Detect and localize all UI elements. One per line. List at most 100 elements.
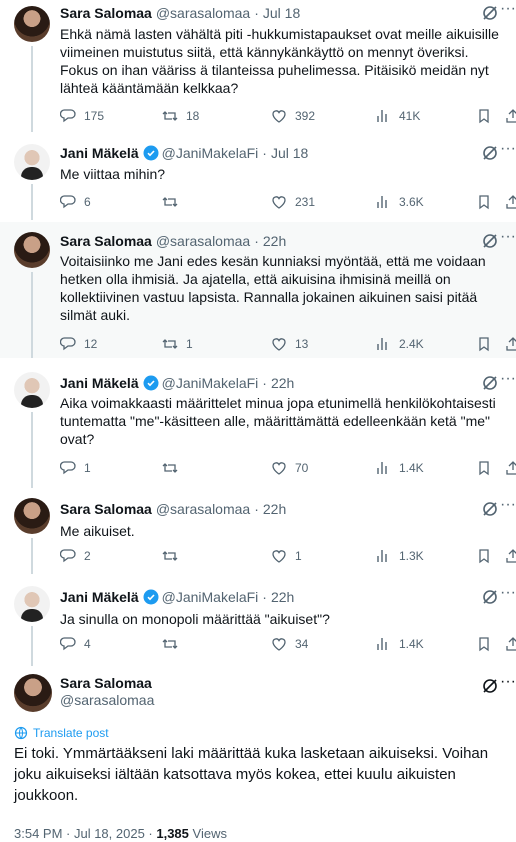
bookmark-icon (479, 637, 489, 652)
grok-icon[interactable] (480, 499, 500, 519)
author-handle[interactable]: @JaniMakelaFi (162, 375, 259, 391)
grok-icon[interactable] (480, 3, 500, 23)
like-button[interactable]: 392 (271, 108, 315, 124)
share-icon (506, 195, 516, 209)
author-name[interactable]: Jani Mäkelä (60, 375, 139, 391)
reply-button[interactable]: 6 (60, 194, 91, 210)
views-button[interactable]: 1.3K (375, 548, 424, 564)
share-button[interactable] (505, 108, 516, 124)
bookmark-button[interactable] (476, 460, 500, 476)
author-handle[interactable]: @sarasalomaa (60, 692, 154, 708)
reply-button[interactable]: 1 (60, 460, 91, 476)
author-name[interactable]: Sara Salomaa (60, 501, 152, 517)
grok-icon[interactable] (480, 143, 500, 163)
share-button[interactable] (505, 336, 516, 352)
views-button[interactable]: 41K (375, 108, 420, 124)
like-button[interactable]: 13 (271, 336, 308, 352)
views-count: 1,385 (156, 826, 189, 841)
bookmark-button[interactable] (476, 548, 500, 564)
reply-icon (60, 637, 76, 651)
more-icon[interactable]: ··· (500, 141, 516, 163)
translate-post-link[interactable]: Translate post (14, 726, 109, 740)
retweet-button[interactable]: 1 (162, 336, 193, 352)
verified-icon (143, 375, 159, 391)
views-button[interactable]: 3.6K (375, 194, 424, 210)
share-button[interactable] (505, 548, 516, 564)
reply-button[interactable]: 175 (60, 108, 104, 124)
like-button[interactable]: 70 (271, 460, 308, 476)
more-icon[interactable]: ··· (500, 1, 516, 23)
tweet-text: Voitaisiinko me Jani edes kesän kunniaks… (60, 253, 490, 323)
like-icon (272, 338, 286, 351)
share-icon (506, 109, 516, 123)
retweet-button[interactable] (162, 636, 186, 652)
author-name[interactable]: Jani Mäkelä (60, 145, 139, 161)
retweet-button[interactable] (162, 194, 186, 210)
retweet-button[interactable]: 18 (162, 108, 199, 124)
retweet-button[interactable] (162, 548, 186, 564)
grok-icon[interactable] (480, 676, 500, 696)
like-button[interactable]: 231 (271, 194, 315, 210)
views-button[interactable]: 1.4K (375, 460, 424, 476)
bookmark-icon (479, 195, 489, 210)
grok-icon[interactable] (480, 231, 500, 251)
bookmark-button[interactable] (476, 636, 500, 652)
more-icon[interactable]: ··· (500, 585, 516, 607)
post-date[interactable]: Jul 18 (271, 145, 308, 161)
more-icon[interactable]: ··· (500, 674, 516, 696)
reply-icon (60, 109, 76, 123)
like-icon (272, 462, 286, 475)
grok-icon[interactable] (480, 373, 500, 393)
views-button[interactable]: 2.4K (375, 336, 424, 352)
post-date[interactable]: 22h (271, 375, 294, 391)
like-icon (272, 110, 286, 123)
author-handle[interactable]: @sarasalomaa (156, 501, 250, 517)
more-icon[interactable]: ··· (500, 371, 516, 393)
bookmark-button[interactable] (476, 336, 500, 352)
share-button[interactable] (505, 194, 516, 210)
more-icon[interactable]: ··· (500, 497, 516, 519)
author-handle[interactable]: @sarasalomaa (156, 5, 250, 21)
retweet-icon (162, 197, 178, 207)
share-button[interactable] (505, 636, 516, 652)
views-icon (377, 550, 387, 562)
author-name[interactable]: Jani Mäkelä (60, 589, 139, 605)
more-icon[interactable]: ··· (500, 229, 516, 251)
post-date[interactable]: Jul 18 (263, 5, 300, 21)
reply-button[interactable]: 2 (60, 548, 91, 564)
views-label: Views (188, 826, 227, 841)
author-handle[interactable]: @sarasalomaa (156, 233, 250, 249)
bookmark-icon (479, 461, 489, 476)
views-icon (377, 462, 387, 474)
verified-icon (143, 145, 159, 161)
thread-line (31, 538, 33, 574)
share-button[interactable] (505, 460, 516, 476)
reply-icon (60, 549, 76, 563)
reply-button[interactable]: 4 (60, 636, 91, 652)
like-button[interactable]: 34 (271, 636, 308, 652)
author-handle[interactable]: @JaniMakelaFi (162, 145, 259, 161)
post-meta: 3:54 PM · Jul 18, 2025 · 1,385 Views (14, 826, 227, 841)
bookmark-button[interactable] (476, 194, 500, 210)
post-date[interactable]: 22h (271, 589, 294, 605)
bookmark-button[interactable] (476, 108, 500, 124)
author-handle[interactable]: @JaniMakelaFi (162, 589, 259, 605)
post-date[interactable]: 22h (263, 233, 286, 249)
like-button[interactable]: 1 (271, 548, 302, 564)
like-icon (272, 196, 286, 209)
tweet-text: Me aikuiset. (60, 523, 135, 539)
main-tweet-text: Ei toki. Ymmärtääkseni laki määrittää ku… (14, 745, 489, 804)
views-button[interactable]: 1.4K (375, 636, 424, 652)
avatar[interactable] (14, 674, 52, 712)
post-timestamp[interactable]: 3:54 PM · Jul 18, 2025 · (14, 826, 156, 841)
grok-icon[interactable] (480, 587, 500, 607)
retweet-button[interactable] (162, 460, 186, 476)
views-icon (377, 638, 387, 650)
post-date[interactable]: 22h (263, 501, 286, 517)
author-name[interactable]: Sara Salomaa (60, 675, 154, 691)
retweet-icon (162, 111, 178, 121)
reply-button[interactable]: 12 (60, 336, 97, 352)
author-name[interactable]: Sara Salomaa (60, 233, 152, 249)
author-name[interactable]: Sara Salomaa (60, 5, 152, 21)
views-icon (377, 110, 387, 122)
